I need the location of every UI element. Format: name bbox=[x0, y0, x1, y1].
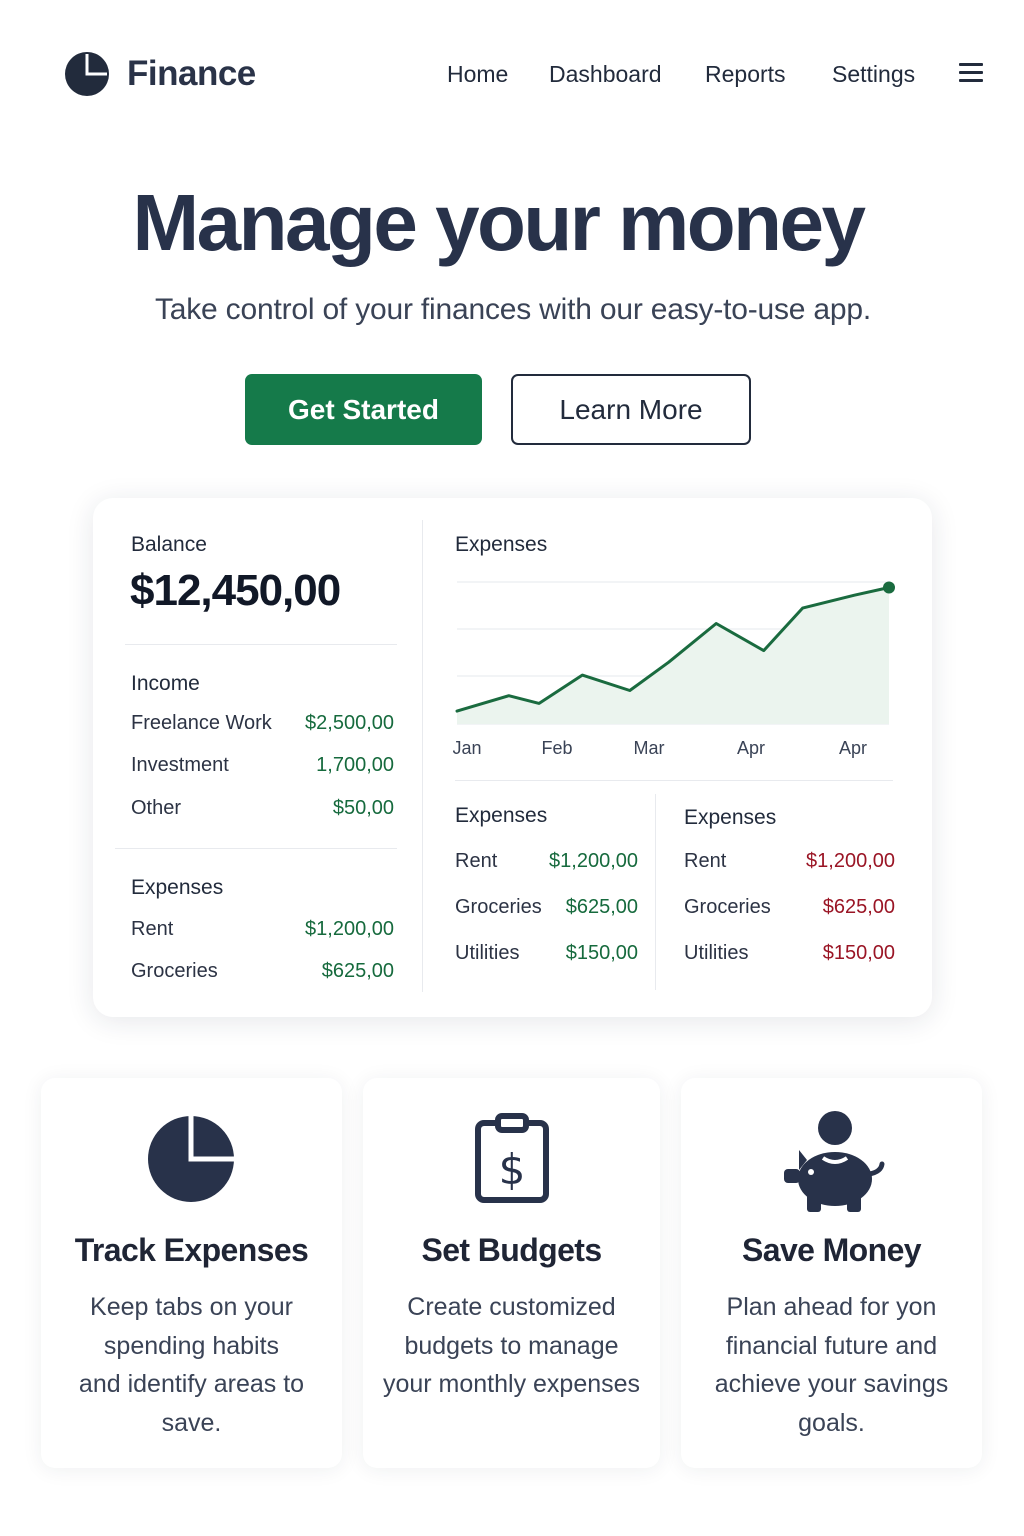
expense-row-amount: $625,00 bbox=[321, 960, 394, 982]
income-heading: Income bbox=[131, 672, 200, 695]
feature-card-track[interactable]: Track Expenses Keep tabs on your spendin… bbox=[41, 1078, 342, 1468]
get-started-button[interactable]: Get Started bbox=[245, 374, 482, 445]
income-row-amount: $50,00 bbox=[332, 797, 394, 819]
description-line: achieve your savings bbox=[714, 1370, 949, 1398]
balance-value: $12,450,00 bbox=[130, 566, 341, 615]
description-line: financial future and bbox=[725, 1331, 938, 1360]
divider bbox=[125, 644, 397, 645]
income-row-label: Other bbox=[131, 797, 182, 819]
nav-dashboard[interactable]: Dashboard bbox=[549, 61, 662, 88]
dashboard-card: Balance $12,450,00 Income Freelance Work… bbox=[93, 498, 932, 1017]
income-row-label: Investment bbox=[131, 754, 229, 776]
expenses-table-heading: Expenses bbox=[684, 806, 777, 829]
expense-row-label: Groceries bbox=[131, 960, 218, 982]
description-line: goals. bbox=[798, 1408, 865, 1437]
chart-point bbox=[883, 581, 895, 594]
chart-x-tick-label: Mar bbox=[634, 738, 665, 758]
svg-text:$: $ bbox=[499, 1145, 526, 1194]
expense-row-amount: $1,200,00 bbox=[305, 918, 394, 940]
nav-reports[interactable]: Reports bbox=[705, 61, 786, 88]
chart-x-tick-label: Apr bbox=[737, 738, 765, 758]
column-divider bbox=[655, 794, 656, 990]
description-line: save. bbox=[161, 1408, 222, 1437]
feature-description: Keep tabs on your spending habits and id… bbox=[57, 1288, 326, 1442]
expenses-table-heading: Expenses bbox=[455, 804, 548, 827]
divider bbox=[455, 780, 893, 781]
expense-row-amount: $1,200,00 bbox=[806, 850, 895, 872]
expense-row-label: Rent bbox=[455, 850, 498, 872]
pie-chart-logo-icon[interactable] bbox=[64, 51, 110, 97]
feature-title: Track Expenses bbox=[74, 1232, 309, 1268]
expense-row-amount: $625,00 bbox=[822, 896, 895, 918]
feature-card-budgets[interactable]: $ Set Budgets Create customized budgets … bbox=[363, 1078, 660, 1468]
feature-title: Set Budgets bbox=[421, 1232, 602, 1268]
expenses-line-chart: Jan Feb Mar Apr Apr bbox=[453, 581, 895, 758]
column-divider bbox=[422, 520, 423, 992]
chart-x-tick-label: Feb bbox=[541, 738, 572, 758]
hamburger-menu-icon[interactable] bbox=[959, 63, 983, 83]
description-line: Create customized bbox=[407, 1293, 616, 1321]
hero-title: Manage your money bbox=[132, 178, 866, 267]
description-line: your monthly expenses bbox=[382, 1370, 641, 1398]
description-line: and identify areas to bbox=[78, 1370, 305, 1398]
expense-row-label: Rent bbox=[131, 918, 174, 940]
nav-home[interactable]: Home bbox=[447, 61, 508, 88]
expense-row-amount: $150,00 bbox=[565, 942, 638, 964]
chart-x-tick-label: Jan bbox=[453, 738, 482, 758]
feature-card-save[interactable]: Save Money Plan ahead for yon financial … bbox=[681, 1078, 982, 1468]
expenses-heading: Expenses bbox=[131, 876, 224, 899]
description-line: Keep tabs on your bbox=[90, 1293, 293, 1321]
income-row-amount: $2,500,00 bbox=[305, 712, 394, 734]
expense-row-label: Groceries bbox=[684, 896, 771, 918]
piggy-bank-icon bbox=[784, 1111, 885, 1212]
description-line: Plan ahead for yon bbox=[726, 1293, 937, 1321]
expense-row-label: Rent bbox=[684, 850, 727, 872]
expense-row-amount: $150,00 bbox=[822, 942, 895, 964]
expense-row-label: Utilities bbox=[455, 942, 520, 964]
feature-description: Create customized budgets to manage your… bbox=[379, 1288, 644, 1404]
expense-row-label: Utilities bbox=[684, 942, 749, 964]
feature-description: Plan ahead for yon financial future and … bbox=[697, 1288, 966, 1442]
chart-title: Expenses bbox=[455, 533, 548, 556]
income-row-amount: 1,700,00 bbox=[316, 754, 394, 776]
chart-x-tick-label: Apr bbox=[839, 738, 867, 758]
divider bbox=[115, 848, 397, 849]
pie-chart-icon bbox=[148, 1116, 234, 1202]
income-row-label: Freelance Work bbox=[131, 712, 272, 734]
description-line: budgets to manage bbox=[404, 1331, 619, 1360]
expense-row-amount: $1,200,00 bbox=[549, 850, 638, 872]
balance-label: Balance bbox=[131, 533, 207, 556]
nav-settings[interactable]: Settings bbox=[832, 61, 915, 88]
description-line: spending habits bbox=[103, 1331, 280, 1360]
brand-name[interactable]: Finance bbox=[127, 54, 256, 94]
hero-subtitle: Take control of your finances with our e… bbox=[154, 293, 872, 326]
header: Finance Home Dashboard Reports Settings bbox=[0, 0, 1024, 150]
feature-title: Save Money bbox=[742, 1232, 922, 1268]
expense-row-amount: $625,00 bbox=[565, 896, 638, 918]
clipboard-dollar-icon: $ bbox=[475, 1113, 549, 1203]
learn-more-button[interactable]: Learn More bbox=[511, 374, 751, 445]
chart-area-fill bbox=[457, 587, 889, 724]
